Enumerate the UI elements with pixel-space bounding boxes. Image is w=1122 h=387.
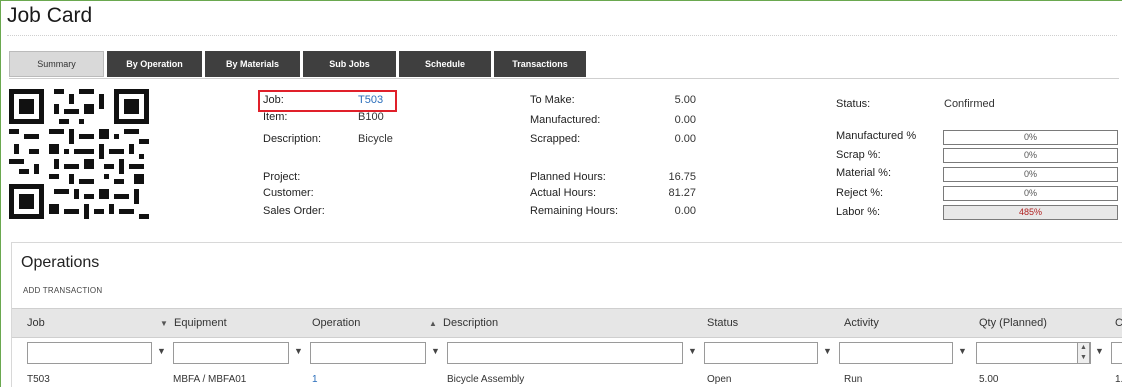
material-pct-label: Material %: bbox=[836, 167, 892, 179]
tab-sub-jobs[interactable]: Sub Jobs bbox=[303, 51, 396, 77]
filter-input-qty-planned[interactable] bbox=[976, 342, 1091, 364]
spinner-icon[interactable]: ▲ ▼ bbox=[1077, 342, 1090, 364]
filter-icon[interactable]: ▼ bbox=[157, 346, 166, 356]
filter-input-description[interactable] bbox=[447, 342, 683, 364]
scrap-pct-box: 0% bbox=[943, 148, 1118, 163]
remaining-hours-label: Remaining Hours: bbox=[530, 205, 619, 217]
filter-icon[interactable]: ▼ bbox=[688, 346, 697, 356]
sort-asc-icon: ▲ bbox=[429, 319, 437, 328]
column-header-equipment-label: Equipment bbox=[174, 317, 227, 329]
filter-input-operation[interactable] bbox=[310, 342, 426, 364]
labor-pct-label: Labor %: bbox=[836, 206, 881, 218]
filter-icon[interactable]: ▼ bbox=[431, 346, 440, 356]
status-value: Confirmed bbox=[944, 98, 995, 110]
tab-transactions[interactable]: Transactions bbox=[494, 51, 586, 77]
cell-qty-planned: 5.00 bbox=[979, 374, 999, 385]
tab-bar: Summary By Operation By Materials Sub Jo… bbox=[9, 51, 589, 77]
manufactured-pct-label: Manufactured % bbox=[836, 130, 917, 142]
filter-input-c[interactable] bbox=[1111, 342, 1122, 364]
sales-order-label: Sales Order: bbox=[263, 205, 325, 217]
cell-activity: Run bbox=[844, 374, 863, 385]
column-header-c[interactable]: C bbox=[1115, 317, 1122, 329]
column-header-description[interactable]: ▲ Description bbox=[429, 317, 498, 329]
operations-title: Operations bbox=[21, 254, 100, 271]
tab-by-operation[interactable]: By Operation bbox=[107, 51, 202, 77]
column-header-status[interactable]: Status bbox=[707, 317, 738, 329]
tab-by-materials[interactable]: By Materials bbox=[205, 51, 300, 77]
add-transaction-button[interactable]: ADD TRANSACTION bbox=[23, 286, 102, 295]
description-value: Bicycle bbox=[358, 133, 393, 145]
filter-input-activity[interactable] bbox=[839, 342, 953, 364]
reject-pct-label: Reject %: bbox=[836, 187, 884, 199]
manufactured-label: Manufactured: bbox=[530, 114, 601, 126]
job-number-link[interactable]: T503 bbox=[358, 94, 383, 106]
labor-pct-box: 485% bbox=[943, 205, 1118, 220]
tabs-divider bbox=[9, 78, 1119, 79]
cell-c: 1. bbox=[1115, 374, 1122, 385]
filter-input-equipment[interactable] bbox=[173, 342, 289, 364]
page-title: Job Card bbox=[7, 4, 93, 27]
column-header-qty-planned[interactable]: Qty (Planned) bbox=[979, 317, 1047, 329]
to-make-value: 5.00 bbox=[674, 94, 696, 106]
filter-input-job[interactable] bbox=[27, 342, 152, 364]
manufactured-value: 0.00 bbox=[674, 114, 696, 126]
column-header-job[interactable]: Job bbox=[27, 317, 45, 329]
scrapped-value: 0.00 bbox=[674, 133, 696, 145]
actual-hours-label: Actual Hours: bbox=[530, 187, 597, 199]
project-label: Project: bbox=[263, 171, 301, 183]
filter-icon[interactable]: ▼ bbox=[958, 346, 967, 356]
tab-schedule[interactable]: Schedule bbox=[399, 51, 491, 77]
filter-input-status[interactable] bbox=[704, 342, 818, 364]
column-header-equipment[interactable]: ▼ Equipment bbox=[160, 317, 227, 329]
filter-icon[interactable]: ▼ bbox=[1095, 346, 1104, 356]
cell-description: Bicycle Assembly bbox=[447, 374, 525, 385]
cell-status: Open bbox=[707, 374, 732, 385]
item-label: Item: bbox=[263, 111, 288, 123]
description-label: Description: bbox=[263, 133, 322, 145]
sort-desc-icon: ▼ bbox=[160, 319, 168, 328]
job-card-window: Job Card Summary By Operation By Materia… bbox=[0, 0, 1122, 387]
cell-job: T503 bbox=[27, 374, 50, 385]
remaining-hours-value: 0.00 bbox=[674, 205, 696, 217]
planned-hours-value: 16.75 bbox=[668, 171, 696, 183]
item-value: B100 bbox=[358, 111, 384, 123]
title-divider bbox=[7, 35, 1117, 36]
scrapped-label: Scrapped: bbox=[530, 133, 581, 145]
planned-hours-label: Planned Hours: bbox=[530, 171, 606, 183]
status-label: Status: bbox=[836, 98, 871, 110]
job-label: Job: bbox=[263, 94, 284, 106]
column-header-operation[interactable]: Operation bbox=[312, 317, 360, 329]
cell-operation-link[interactable]: 1 bbox=[312, 374, 318, 385]
customer-label: Customer: bbox=[263, 187, 314, 199]
filter-icon[interactable]: ▼ bbox=[823, 346, 832, 356]
scrap-pct-label: Scrap %: bbox=[836, 149, 881, 161]
to-make-label: To Make: bbox=[530, 94, 575, 106]
material-pct-box: 0% bbox=[943, 167, 1118, 182]
filter-icon[interactable]: ▼ bbox=[294, 346, 303, 356]
column-header-activity[interactable]: Activity bbox=[844, 317, 879, 329]
qr-code-icon bbox=[9, 89, 149, 219]
manufactured-pct-box: 0% bbox=[943, 130, 1118, 145]
column-header-description-label: Description bbox=[443, 317, 499, 329]
actual-hours-value: 81.27 bbox=[668, 187, 696, 199]
tab-summary[interactable]: Summary bbox=[9, 51, 104, 77]
reject-pct-box: 0% bbox=[943, 186, 1118, 201]
cell-equipment: MBFA / MBFA01 bbox=[173, 374, 247, 385]
